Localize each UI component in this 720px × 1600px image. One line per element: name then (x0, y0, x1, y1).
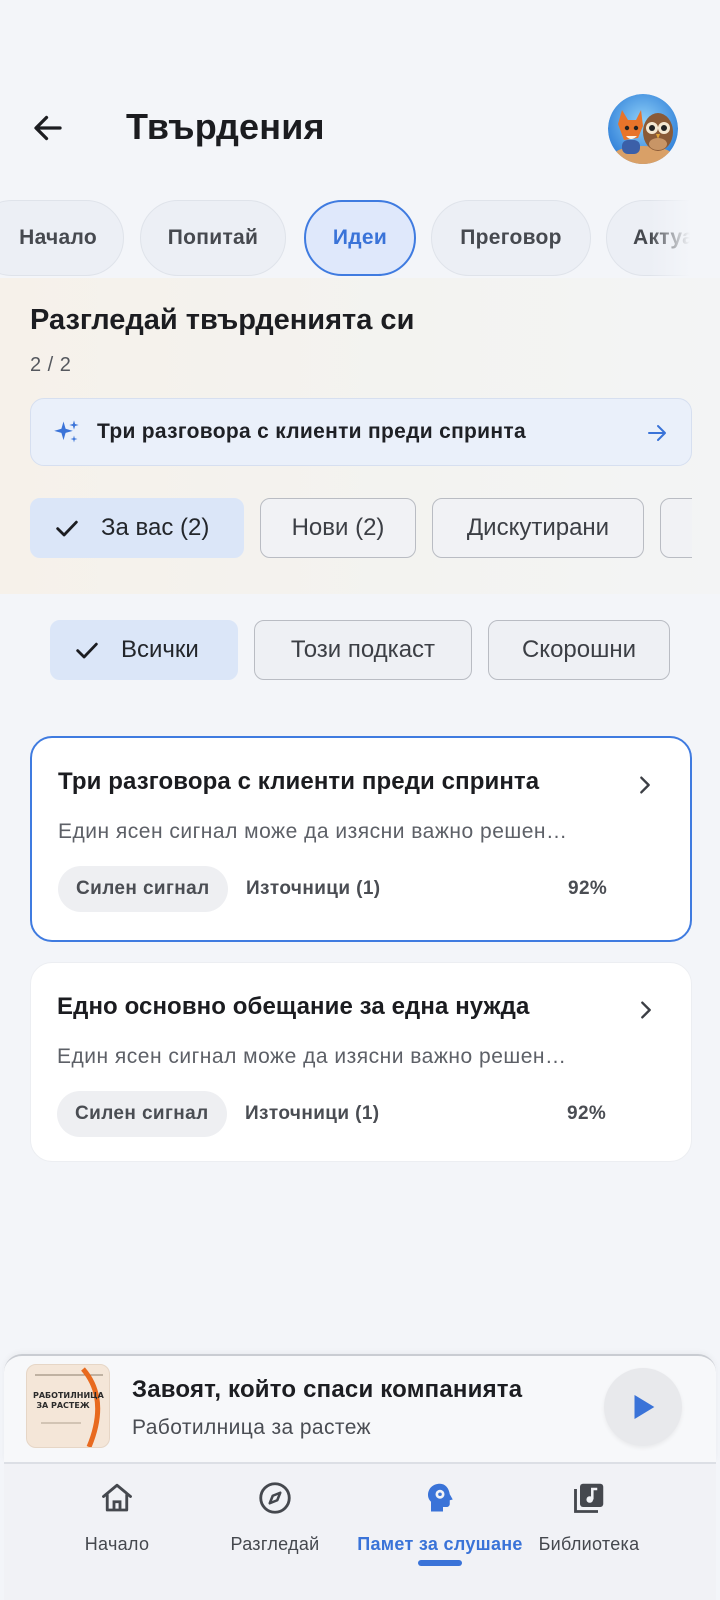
tab-current[interactable]: Актуално (606, 200, 690, 276)
nav-library[interactable]: Библиотека (504, 1464, 674, 1564)
episode-cover: РАБОТИЛНИЦА ЗА РАСТЕЖ (26, 1364, 110, 1448)
check-icon (76, 642, 98, 659)
card-description: Един ясен сигнал може да изясни важно ре… (57, 1045, 567, 1068)
card-description: Един ясен сигнал може да изясни важно ре… (58, 820, 568, 843)
filter-this-podcast[interactable]: Този подкаст (254, 620, 472, 680)
section-title: Разгледай твърденията си (30, 304, 415, 336)
claim-card[interactable]: Едно основно обещание за една нужда Един… (30, 962, 692, 1162)
arrow-left-icon (34, 115, 62, 141)
suggested-prompt[interactable]: Три разговора с клиенти преди спринта (30, 398, 692, 466)
signal-badge: Силен сигнал (57, 1091, 227, 1137)
active-tab-indicator (418, 1560, 462, 1566)
chip-label: Всички (121, 636, 199, 663)
library-icon (574, 1483, 604, 1513)
chip-label: Този подкаст (290, 636, 436, 663)
memory-icon (428, 1483, 453, 1512)
nav-label: Памет за слушане (357, 1534, 523, 1554)
nav-listening-memory[interactable]: Памет за слушане (350, 1464, 530, 1564)
nav-label: Начало (84, 1534, 150, 1554)
chip-label: За вас (2) (101, 514, 210, 541)
compass-icon (259, 1482, 291, 1514)
bottom-navigation: Начало Разгледай Памет за слушане Библио… (4, 1462, 716, 1600)
section-tabs: Начало Попитай Идеи Преговор Актуално (0, 200, 690, 276)
tab-ask[interactable]: Попитай (140, 200, 286, 276)
play-button[interactable] (604, 1368, 682, 1446)
filter-for-you[interactable]: За вас (2) (30, 498, 244, 558)
home-icon (102, 1483, 132, 1512)
confidence-score: 92% (567, 1103, 607, 1124)
confidence-score: 92% (568, 878, 608, 899)
sources-link[interactable]: Източници (1) (246, 878, 381, 900)
nav-home[interactable]: Начало (32, 1464, 202, 1564)
tab-label: Начало (19, 226, 97, 249)
card-title: Едно основно обещание за една нужда (57, 993, 530, 1020)
episode-title: Завоят, който спаси компанията (132, 1376, 523, 1403)
chevron-right-icon (640, 776, 650, 794)
scope-filters: Всички Този подкаст Скорошни (0, 620, 720, 682)
filter-discussed[interactable]: Дискутирани (432, 498, 644, 558)
tab-ideas[interactable]: Идеи (304, 200, 416, 276)
nav-label: Библиотека (538, 1534, 640, 1554)
filter-more[interactable] (660, 498, 692, 558)
chip-label: Дискутирани (466, 514, 610, 541)
explore-section: Разгледай твърденията си 2 / 2 Три разго… (0, 278, 720, 594)
signal-badge: Силен сигнал (58, 866, 228, 912)
nav-label: Разгледай (230, 1534, 320, 1554)
tab-label: Преговор (460, 226, 562, 249)
filter-recent[interactable]: Скорошни (488, 620, 670, 680)
tab-label: Попитай (167, 226, 259, 249)
mini-player[interactable]: РАБОТИЛНИЦА ЗА РАСТЕЖ Завоят, който спас… (4, 1354, 716, 1462)
back-button[interactable] (28, 108, 68, 148)
play-icon (634, 1394, 655, 1420)
avatar[interactable] (608, 94, 678, 164)
app-header: Твърдения (0, 88, 720, 168)
filter-all[interactable]: Всички (50, 620, 238, 680)
result-count: 2 / 2 (30, 354, 72, 376)
tab-label: Актуално (633, 226, 690, 249)
tab-review[interactable]: Преговор (431, 200, 591, 276)
cover-title: РАБОТИЛНИЦА ЗА РАСТЕЖ (33, 1391, 104, 1410)
chip-label: Скорошни (521, 636, 637, 663)
claim-card[interactable]: Три разговора с клиенти преди спринта Ед… (30, 736, 692, 942)
sparkles-icon (54, 420, 79, 443)
avatar-fox-owl-icon (608, 94, 678, 164)
claim-filters: За вас (2) Нови (2) Дискутирани (30, 498, 692, 560)
chip-label: Нови (2) (291, 514, 385, 541)
arrow-right-icon (648, 425, 666, 441)
tab-home[interactable]: Начало (0, 200, 124, 276)
sources-link[interactable]: Източници (1) (245, 1103, 380, 1125)
card-title: Три разговора с клиенти преди спринта (58, 768, 540, 795)
tab-label: Идеи (332, 226, 388, 249)
nav-explore[interactable]: Разгледай (190, 1464, 360, 1564)
page-title: Твърдения (126, 106, 325, 147)
filter-new[interactable]: Нови (2) (260, 498, 416, 558)
check-icon (56, 520, 78, 537)
chevron-right-icon (641, 1001, 651, 1019)
prompt-text: Три разговора с клиенти преди спринта (97, 420, 526, 443)
podcast-name: Работилница за растеж (132, 1416, 371, 1439)
